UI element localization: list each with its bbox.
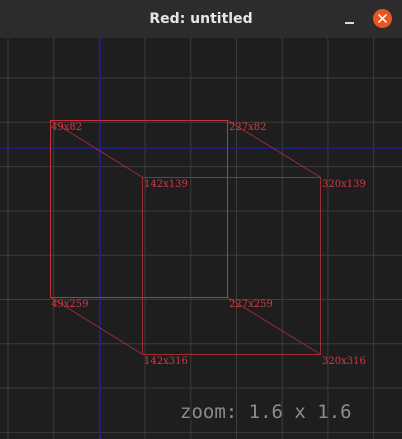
close-x-icon [378,14,387,23]
window-title: Red: untitled [149,11,253,27]
point-label-top-left-back[interactable]: 142x139 [144,179,188,190]
point-label-top-right-back[interactable]: 320x139 [322,179,366,190]
minimize-icon [344,22,354,24]
title-bar[interactable]: Red: untitled [0,0,402,39]
point-label-bottom-left-back[interactable]: 142x316 [144,356,188,367]
point-label-top-right-front[interactable]: 227x82 [229,122,266,133]
canvas-background [0,38,402,439]
point-label-top-left-front[interactable]: 49x82 [51,122,82,133]
close-button[interactable] [373,9,392,28]
point-label-bottom-left-front[interactable]: 49x259 [51,299,88,310]
canvas-svg[interactable]: 49x82 227x82 142x139 320x139 49x259 227x… [0,38,402,439]
app-window: Red: untitled 49x82 227x82 142x139 320x1… [0,0,402,439]
point-label-bottom-right-front[interactable]: 227x259 [229,299,273,310]
zoom-indicator: zoom: 1.6 x 1.6 [180,401,352,423]
minimize-button[interactable] [338,9,360,31]
drawing-canvas[interactable]: 49x82 227x82 142x139 320x139 49x259 227x… [0,38,402,439]
point-label-bottom-right-back[interactable]: 320x316 [322,356,366,367]
